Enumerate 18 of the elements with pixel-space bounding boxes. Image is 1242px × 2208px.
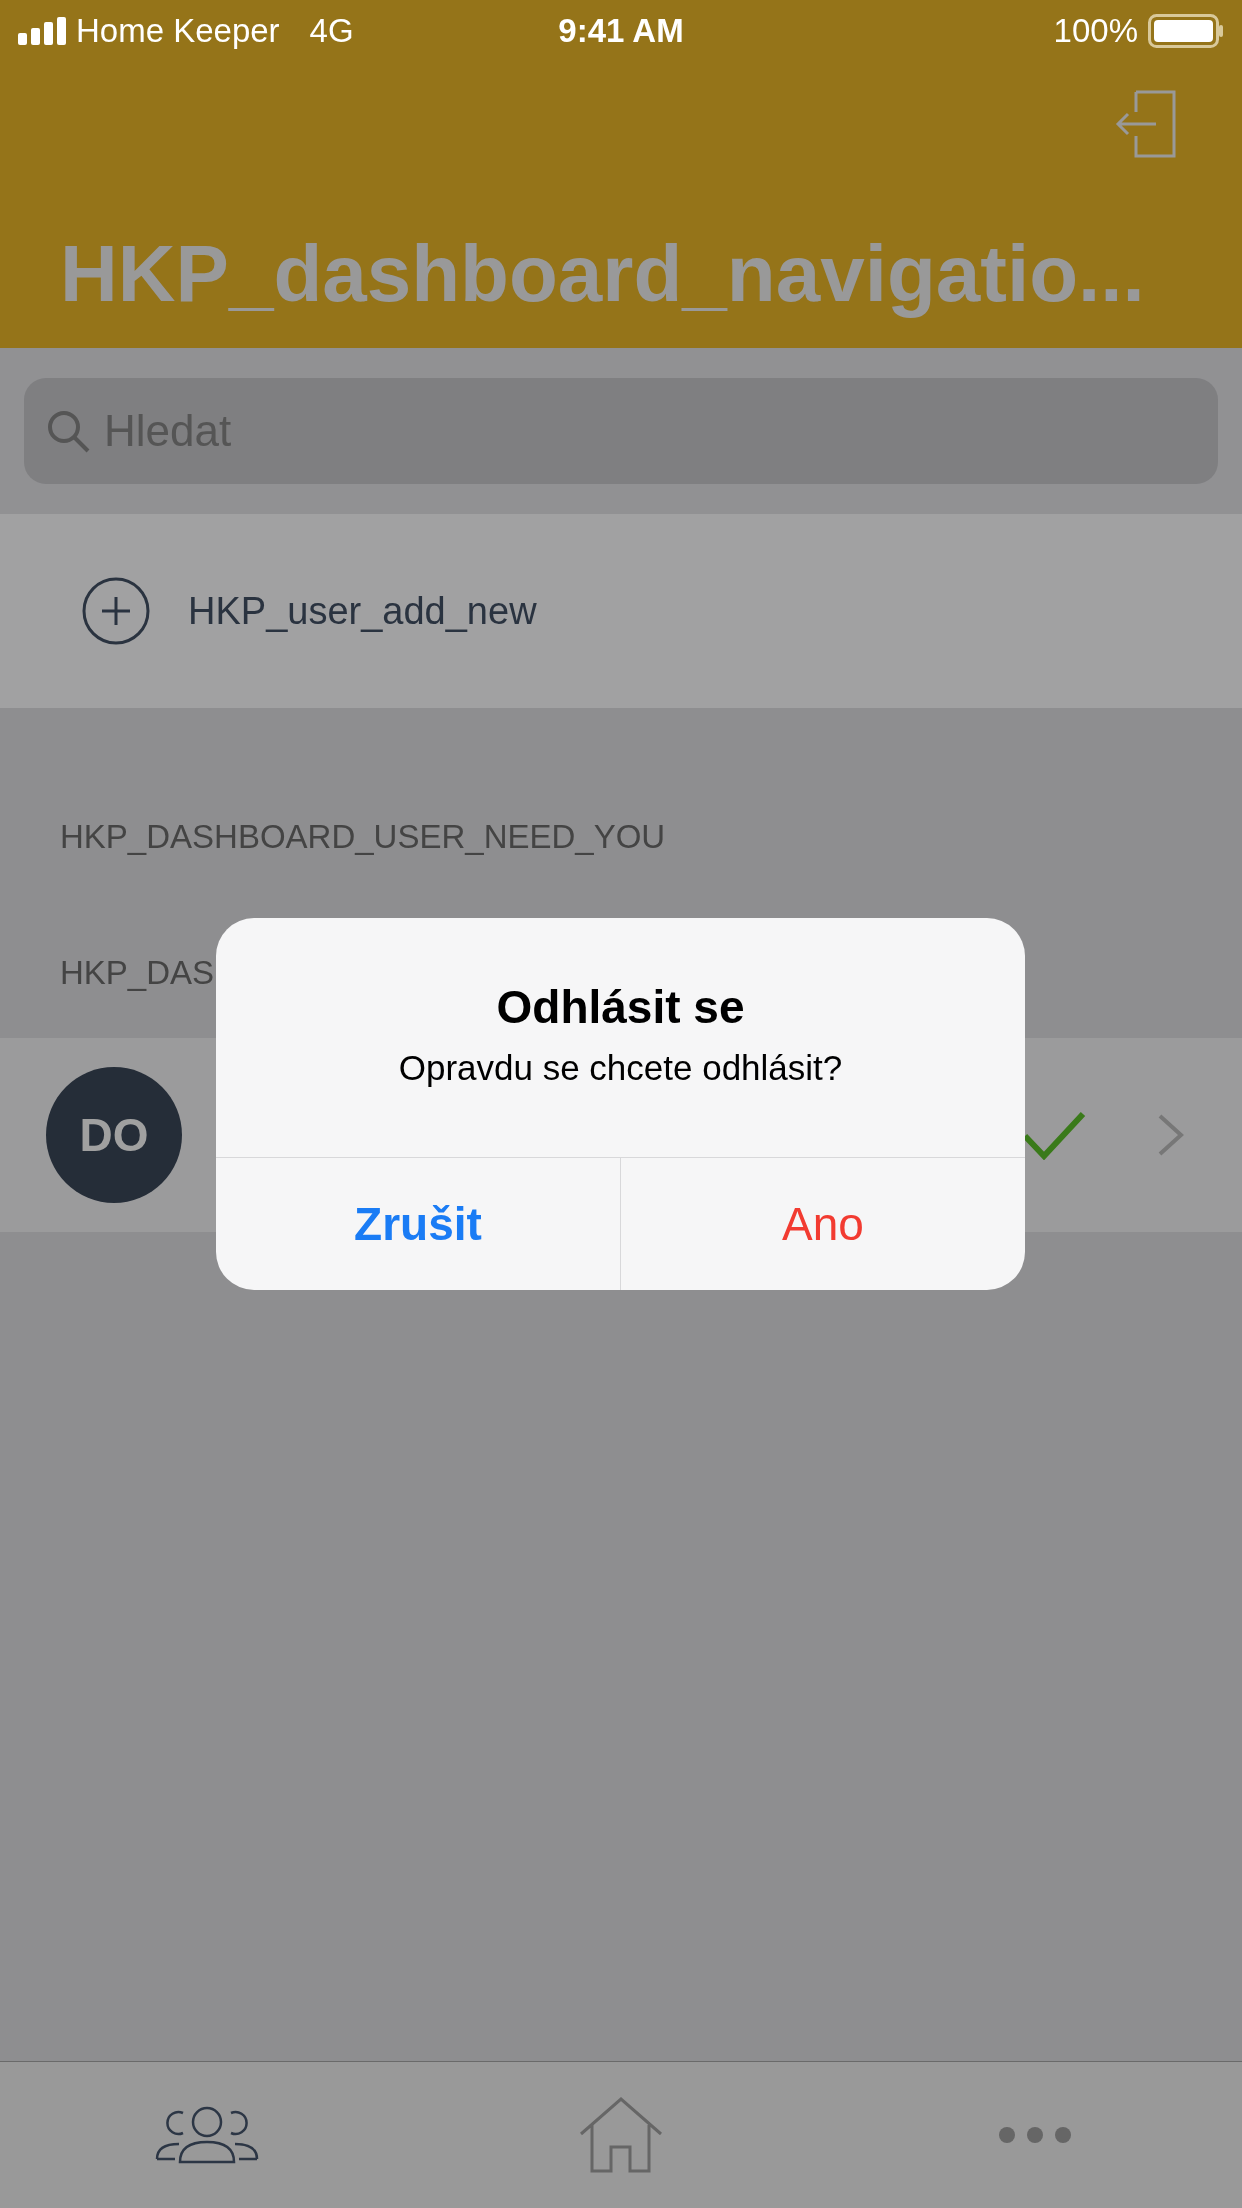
chevron-icon — [1156, 1113, 1186, 1157]
add-icon[interactable] — [82, 577, 150, 645]
carrier-name: Home Keeper — [76, 12, 280, 50]
search-icon — [46, 409, 90, 453]
status-time: 9:41 AM — [558, 12, 684, 49]
signal-icon — [18, 17, 66, 45]
network-type: 4G — [309, 12, 354, 50]
add-user-label[interactable]: HKP_user_add_new — [188, 589, 537, 633]
dialog-title: Odhlásit se — [495, 980, 746, 1034]
battery-percent: 100% — [1053, 12, 1138, 50]
battery-icon — [1148, 14, 1224, 48]
dialog-button[interactable]: Ano — [620, 1158, 1025, 1290]
section-header: HKP_DASHBOARD_USER_NEED_YOU — [60, 818, 666, 855]
dialog-button[interactable]: Zrušit — [216, 1158, 620, 1290]
user-avatar: DO — [46, 1067, 182, 1203]
dialog-message: Opravdu se chcete odhlásit? — [397, 1048, 844, 1088]
section-header: HKP_DAS — [60, 954, 215, 991]
screen-title: HKP_dashboard_navigatio... — [59, 228, 1146, 320]
